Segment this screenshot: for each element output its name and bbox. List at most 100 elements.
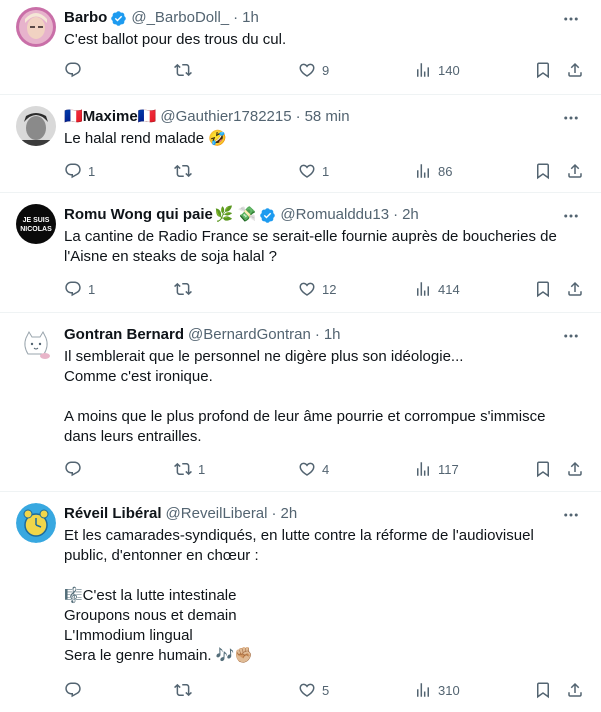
- like-count: 4: [322, 461, 330, 477]
- avatar[interactable]: JE SUIS NICOLAS: [16, 204, 56, 244]
- tweet-card[interactable]: Gontran Bernard @BernardGontran · 1h Il …: [0, 313, 601, 492]
- bookmark-button[interactable]: [534, 161, 552, 181]
- tweet-card[interactable]: Barbo @_BarboDoll_ · 1h C'est ballot pou…: [0, 0, 601, 95]
- reply-count: 1: [88, 163, 96, 179]
- reply-button[interactable]: [64, 459, 88, 479]
- retweet-button[interactable]: [174, 161, 198, 181]
- avatar[interactable]: [16, 324, 56, 364]
- timestamp[interactable]: 1h: [242, 8, 259, 28]
- reply-icon: [65, 682, 81, 698]
- like-button[interactable]: 1: [298, 161, 329, 181]
- tweet-card[interactable]: Réveil Libéral @ReveilLiberal · 2h Et le…: [0, 492, 601, 712]
- like-button[interactable]: 12: [298, 279, 336, 299]
- action-bar: 5 310: [64, 680, 582, 700]
- action-bar: 1 4 117: [64, 459, 582, 479]
- retweet-button[interactable]: [174, 60, 198, 80]
- share-button[interactable]: [566, 680, 584, 700]
- reply-icon: [65, 62, 81, 78]
- like-button[interactable]: 4: [298, 459, 329, 479]
- share-button[interactable]: [566, 161, 584, 181]
- action-bar: 9 140: [64, 60, 582, 80]
- timestamp[interactable]: 2h: [402, 205, 419, 225]
- tweet-feed: Barbo @_BarboDoll_ · 1h C'est ballot pou…: [0, 0, 601, 712]
- retweet-icon: [174, 683, 192, 697]
- like-button[interactable]: 5: [298, 680, 329, 700]
- bookmark-button[interactable]: [534, 459, 552, 479]
- author-name[interactable]: Gontran Bernard: [64, 325, 184, 345]
- heart-icon: [299, 683, 315, 697]
- author-name[interactable]: Réveil Libéral: [64, 504, 162, 524]
- views-count: 310: [438, 682, 460, 698]
- timestamp[interactable]: 2h: [281, 504, 298, 524]
- like-count: 12: [322, 281, 337, 297]
- views-button[interactable]: 140: [414, 60, 460, 80]
- name-emoji: 🌿 💸: [214, 206, 257, 223]
- author-name[interactable]: 🇫🇷Maxime🇫🇷: [64, 107, 156, 127]
- author-name[interactable]: Barbo: [64, 8, 107, 28]
- views-button[interactable]: 414: [414, 279, 460, 299]
- reply-icon: [65, 163, 81, 179]
- flag-emoji: 🇫🇷: [64, 108, 83, 125]
- bookmark-icon: [537, 163, 549, 180]
- retweet-button[interactable]: 1: [174, 459, 205, 479]
- bookmark-button[interactable]: [534, 60, 552, 80]
- bookmark-icon: [537, 62, 549, 79]
- author-handle[interactable]: @Gauthier1782215: [160, 107, 291, 127]
- tweet-card[interactable]: JE SUIS NICOLAS Romu Wong qui paie 🌿 💸 @…: [0, 193, 601, 313]
- timestamp[interactable]: 1h: [324, 325, 341, 345]
- heart-icon: [299, 282, 315, 296]
- more-options-icon[interactable]: [561, 108, 581, 128]
- avatar[interactable]: [16, 7, 56, 47]
- reply-icon: [65, 461, 81, 477]
- author-name[interactable]: Romu Wong qui paie: [64, 205, 213, 225]
- tweet-header: Réveil Libéral @ReveilLiberal · 2h: [64, 504, 577, 524]
- more-options-icon[interactable]: [561, 505, 581, 525]
- author-handle[interactable]: @BernardGontran: [188, 325, 311, 345]
- retweet-button[interactable]: [174, 279, 198, 299]
- like-button[interactable]: 9: [298, 60, 329, 80]
- share-icon: [568, 682, 582, 697]
- views-button[interactable]: 310: [414, 680, 460, 700]
- share-button[interactable]: [566, 60, 584, 80]
- share-icon: [568, 163, 582, 178]
- like-count: 5: [322, 682, 330, 698]
- author-handle[interactable]: @_BarboDoll_: [131, 8, 229, 28]
- tweet-card[interactable]: 🇫🇷Maxime🇫🇷 @Gauthier1782215 · 58 min Le …: [0, 95, 601, 193]
- avatar[interactable]: [16, 106, 56, 146]
- timestamp[interactable]: 58 min: [305, 107, 350, 127]
- verified-badge-icon: [111, 10, 127, 26]
- retweet-icon: [174, 462, 192, 476]
- reply-button[interactable]: 1: [64, 161, 95, 181]
- retweet-icon: [174, 164, 192, 178]
- views-chart-icon: [417, 462, 429, 476]
- heart-icon: [299, 164, 315, 178]
- author-handle[interactable]: @Romualddu13: [280, 205, 389, 225]
- reply-button[interactable]: 1: [64, 279, 95, 299]
- author-handle[interactable]: @ReveilLiberal: [166, 504, 268, 524]
- reply-button[interactable]: [64, 680, 88, 700]
- bookmark-button[interactable]: [534, 680, 552, 700]
- share-button[interactable]: [566, 279, 584, 299]
- retweet-button[interactable]: [174, 680, 198, 700]
- reply-button[interactable]: [64, 60, 88, 80]
- action-bar: 1 1 86: [64, 161, 582, 181]
- separator-dot: ·: [271, 505, 277, 522]
- more-options-icon[interactable]: [561, 206, 581, 226]
- views-count: 140: [438, 62, 460, 78]
- more-options-icon[interactable]: [561, 9, 581, 29]
- share-button[interactable]: [566, 459, 584, 479]
- more-options-icon[interactable]: [561, 326, 581, 346]
- bookmark-icon: [537, 281, 549, 298]
- tweet-text: Et les camarades-syndiqués, en lutte con…: [64, 527, 534, 664]
- retweet-count: 1: [198, 461, 206, 477]
- views-button[interactable]: 117: [414, 459, 459, 479]
- heart-icon: [299, 63, 315, 77]
- reply-icon: [65, 281, 81, 297]
- avatar[interactable]: [16, 503, 56, 543]
- separator-dot: ·: [233, 9, 239, 26]
- bookmark-button[interactable]: [534, 279, 552, 299]
- heart-icon: [299, 462, 315, 476]
- views-button[interactable]: 86: [414, 161, 452, 181]
- views-count: 414: [438, 281, 460, 297]
- tweet-header: Gontran Bernard @BernardGontran · 1h: [64, 325, 577, 345]
